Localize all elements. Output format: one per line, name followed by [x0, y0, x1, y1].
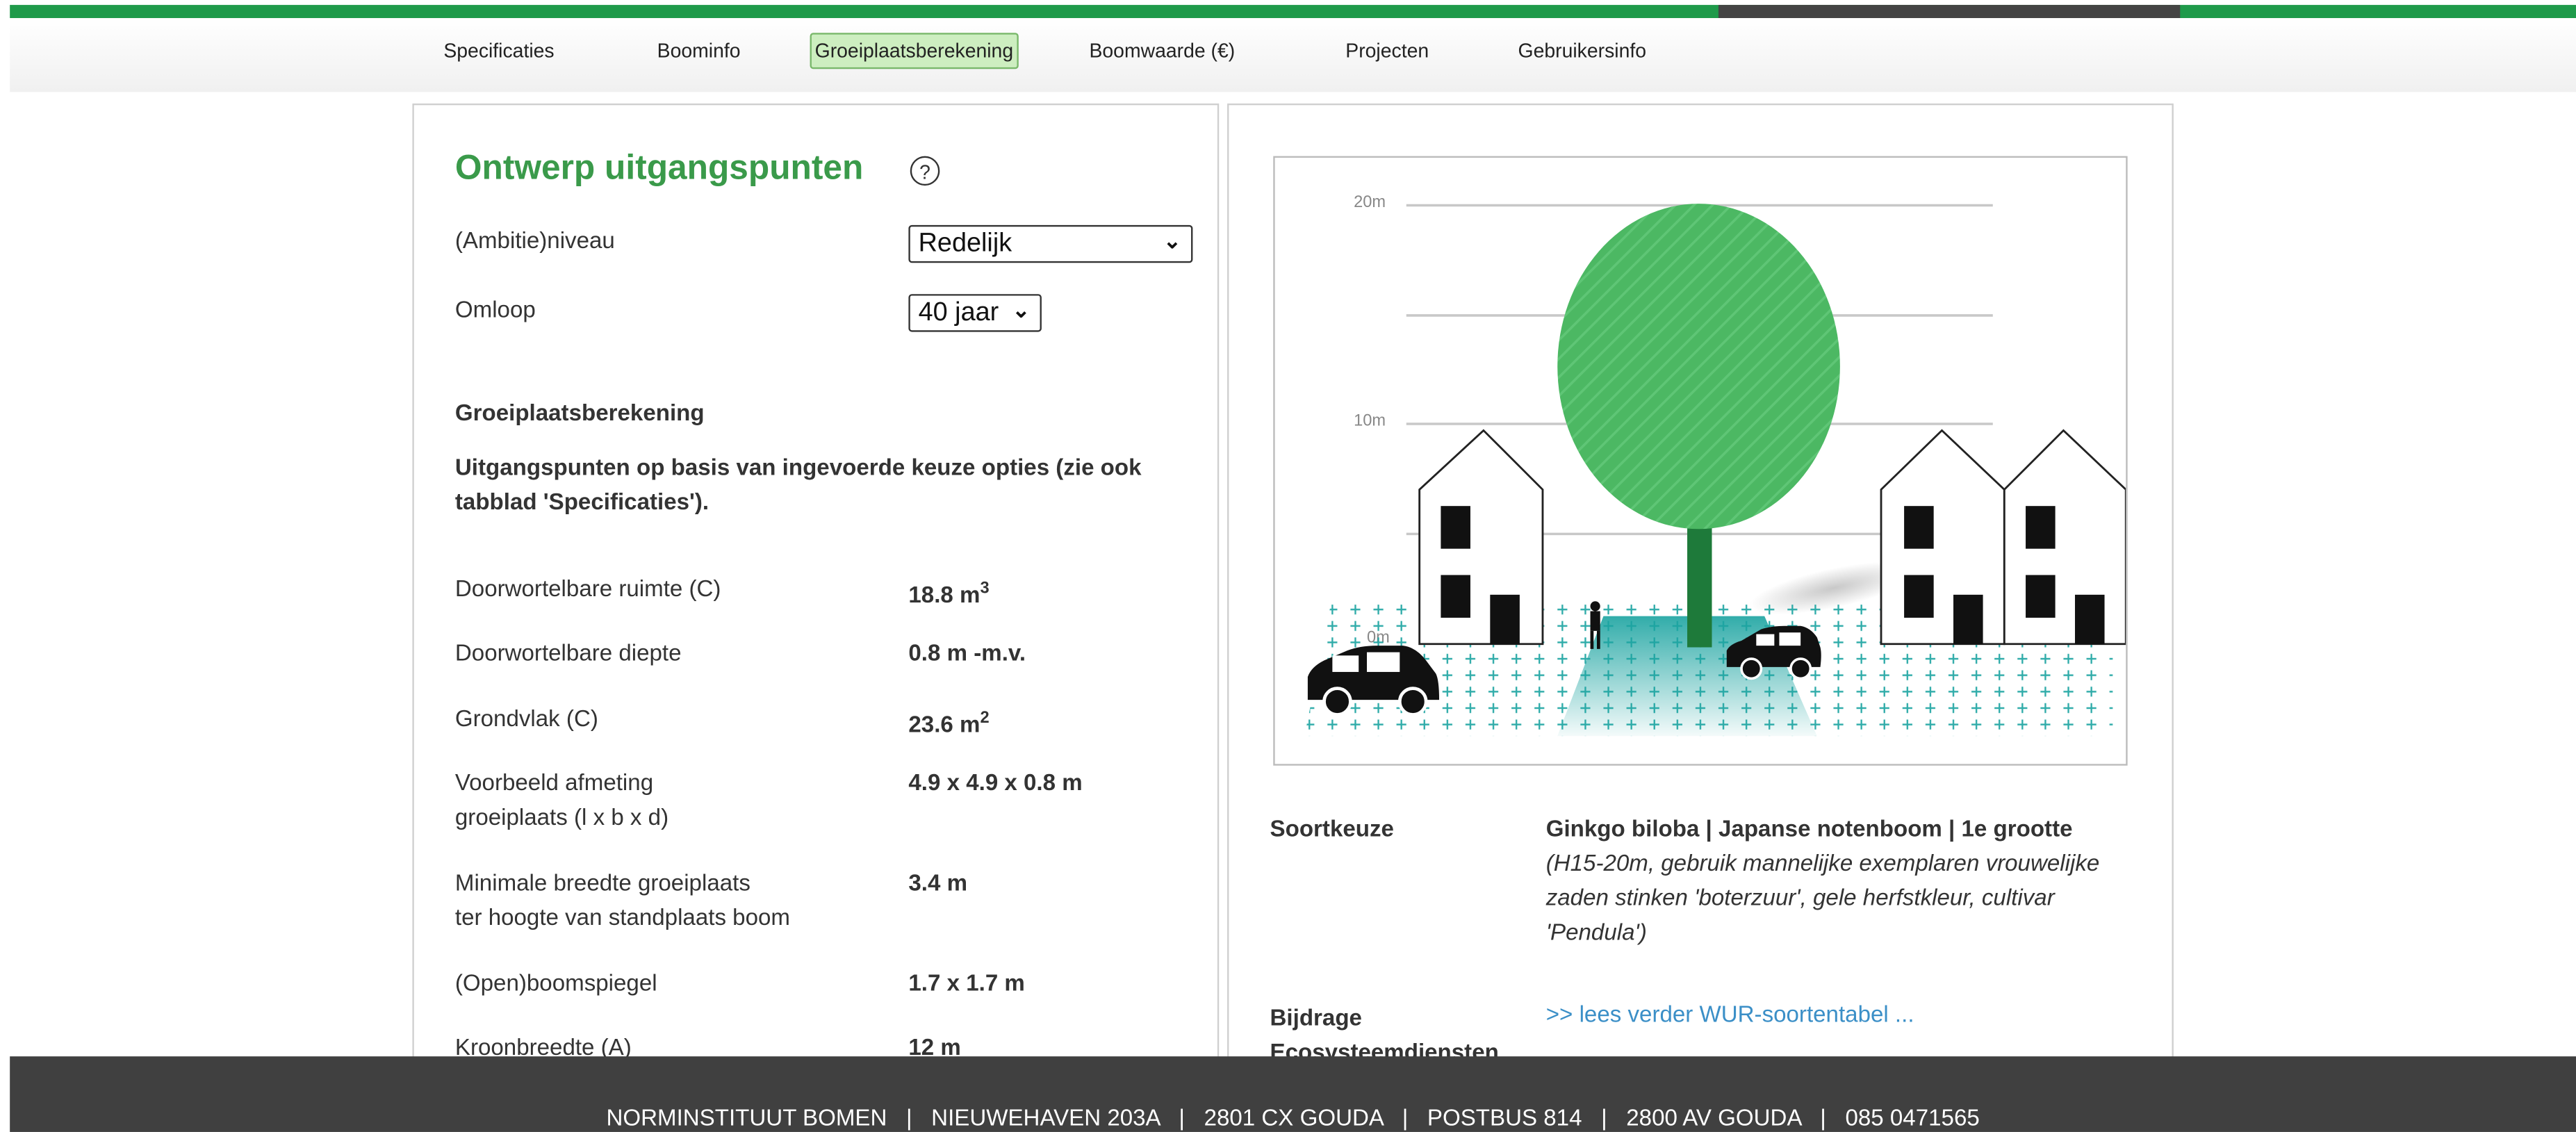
row-label: Voorbeeld afmeting groeiplaats (l x b x d…: [454, 769, 669, 830]
species-description: (H15-20m, gebruik mannelijke exemplaren …: [1545, 849, 2100, 945]
soortkeuze-label: Soortkeuze: [1270, 814, 1394, 842]
row-value: 3.4 m: [908, 869, 968, 896]
wur-soortentabel-link[interactable]: >> lees verder WUR-soortentabel ...: [1546, 1001, 1914, 1027]
species-name: Ginkgo biloba | Japanse notenboom | 1e g…: [1545, 814, 2073, 842]
section-intro: Uitgangspunten op basis van ingevoerde k…: [454, 453, 1142, 514]
omloop-select[interactable]: 40 jaar ⌄: [908, 294, 1042, 332]
page-title: Ontwerp uitgangspunten: [454, 149, 864, 188]
row-label: Doorwortelbare ruimte (C): [454, 575, 721, 602]
soortkeuze-value: Ginkgo biloba | Japanse notenboom | 1e g…: [1546, 812, 2154, 950]
brand-stripe: [10, 5, 2576, 19]
ambitie-select-value: Redelijk: [918, 229, 1012, 259]
tab-projecten[interactable]: Projecten: [1345, 40, 1429, 63]
row-value: 0.8 m -m.v.: [908, 639, 1026, 666]
footer-address: NORMINSTITUUT BOMEN | NIEUWEHAVEN 203A |…: [606, 1104, 1980, 1131]
section-title: Groeiplaatsberekening: [454, 399, 705, 426]
row-label: (Open)boomspiegel: [454, 969, 657, 996]
row-value: 18.8 m3: [908, 580, 990, 607]
brand-stripe-dark: [1718, 5, 2181, 19]
help-icon[interactable]: ?: [910, 156, 940, 186]
tree-illustration: 20m 10m 0m: [1273, 156, 2128, 766]
row-value: 23.6 m2: [908, 709, 990, 737]
main-nav: Specificaties Boominfo Groeiplaatsbereke…: [10, 18, 2576, 92]
ambitie-label: (Ambitie)niveau: [454, 227, 615, 254]
row-label: Minimale breedte groeiplaats ter hoogte v…: [454, 869, 790, 930]
omloop-label: Omloop: [454, 295, 536, 322]
row-value: 1.7 x 1.7 m: [908, 969, 1025, 996]
footer: NORMINSTITUUT BOMEN | NIEUWEHAVEN 203A |…: [10, 1056, 2576, 1132]
tab-specificaties[interactable]: Specificaties: [443, 40, 554, 63]
omloop-select-value: 40 jaar: [918, 299, 999, 327]
design-panel: Ontwerp uitgangspunten ? (Ambitie)niveau…: [412, 103, 1220, 1093]
tree-trunk: [1687, 522, 1712, 648]
chevron-down-icon: ⌄: [1163, 228, 1181, 254]
tab-groeiplaatsberekening[interactable]: Groeiplaatsberekening: [810, 33, 1019, 69]
ambitie-select[interactable]: Redelijk ⌄: [908, 224, 1193, 263]
row-label: Doorwortelbare diepte: [454, 639, 682, 666]
tree-crown: [1557, 204, 1840, 530]
height-label-10m: 10m: [1354, 411, 1386, 429]
tab-boomwaarde[interactable]: Boomwaarde (€): [1089, 40, 1235, 63]
row-value: 4.9 x 4.9 x 0.8 m: [908, 769, 1083, 796]
chevron-down-icon: ⌄: [1012, 297, 1031, 322]
tree-illustration-svg: 20m 10m 0m: [1304, 193, 2126, 737]
height-label-20m: 20m: [1354, 193, 1386, 211]
row-label: Grondvlak (C): [454, 705, 598, 732]
tab-boominfo[interactable]: Boominfo: [657, 40, 741, 63]
tab-gebruikersinfo[interactable]: Gebruikersinfo: [1518, 40, 1647, 63]
tree-info-panel: 20m 10m 0m: [1227, 103, 2174, 1093]
